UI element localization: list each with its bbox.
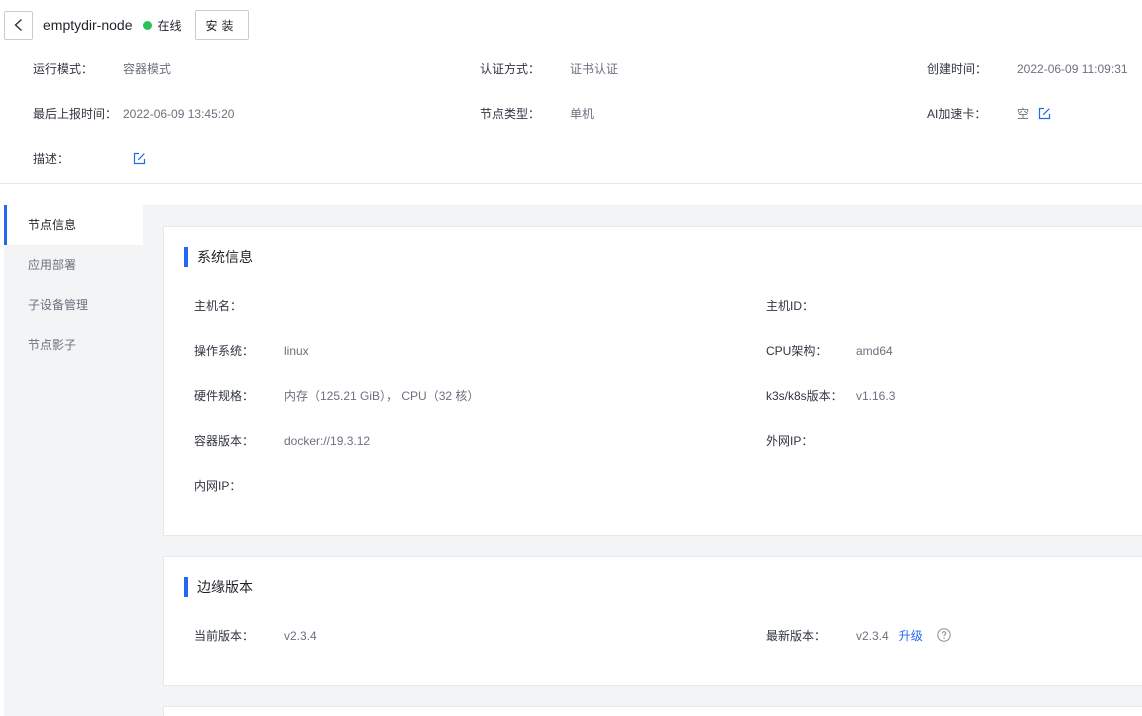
latest-version-value: v2.3.4 <box>856 629 889 644</box>
ai-card-value: 空 <box>1017 107 1030 121</box>
field-hostname: 主机名： <box>194 298 594 314</box>
field-host-id: 主机ID： <box>766 298 1066 314</box>
run-mode-label: 运行模式： <box>33 62 94 76</box>
info-last-report: 最后上报时间： 2022-06-09 13:45:20 <box>33 106 273 122</box>
latest-version-label: 最新版本： <box>766 629 827 643</box>
edit-icon[interactable] <box>133 152 146 169</box>
info-run-mode: 运行模式： 容器模式 <box>33 61 233 77</box>
field-current-version: 当前版本： v2.3.4 <box>194 628 594 644</box>
os-label: 操作系统： <box>194 344 255 358</box>
node-name: emptydir-node <box>43 17 133 33</box>
last-report-label: 最后上报时间： <box>33 107 118 121</box>
field-os: 操作系统： linux <box>194 343 594 359</box>
latest-version-group: v2.3.4 升级 <box>856 628 951 646</box>
container-version-label: 容器版本： <box>194 434 255 448</box>
description-label: 描述： <box>33 152 70 166</box>
hardware-value: 内存（125.21 GiB）， CPU（32 核） <box>284 389 480 403</box>
host-id-label: 主机ID： <box>766 299 815 313</box>
node-type-label: 节点类型： <box>480 107 541 121</box>
sidebar: 节点信息 应用部署 子设备管理 节点影子 <box>4 205 143 716</box>
info-created: 创建时间： 2022-06-09 11:09:31 <box>927 61 1139 77</box>
info-ai-card: AI加速卡： 空 <box>927 106 1127 122</box>
status-text: 在线 <box>157 18 182 33</box>
system-info-title: 系统信息 <box>184 247 253 267</box>
system-info-card: 系统信息 主机名： 主机ID： 操作系统： linux CPU架构： amd64… <box>163 226 1142 536</box>
hardware-label: 硬件规格： <box>194 389 255 403</box>
k8s-version-label: k3s/k8s版本： <box>766 389 843 403</box>
field-container-version: 容器版本： docker://19.3.12 <box>194 433 594 449</box>
info-node-type: 节点类型： 单机 <box>480 106 680 122</box>
field-hardware: 硬件规格： 内存（125.21 GiB）， CPU（32 核） <box>194 388 594 404</box>
page: emptydir-node 在线 安装 运行模式： 容器模式 认证方式： 证书认… <box>0 0 1142 716</box>
os-value: linux <box>284 344 309 358</box>
cpu-arch-value: amd64 <box>856 344 893 358</box>
node-header: emptydir-node 在线 安装 运行模式： 容器模式 认证方式： 证书认… <box>0 0 1142 184</box>
help-icon[interactable] <box>937 628 951 646</box>
status-badge: 在线 <box>142 17 182 34</box>
k8s-version-value: v1.16.3 <box>856 389 896 403</box>
field-cpu-arch: CPU架构： amd64 <box>766 343 1066 359</box>
auth-value: 证书认证 <box>570 62 619 76</box>
sidebar-item-sub-devices[interactable]: 子设备管理 <box>4 285 143 325</box>
current-version-label: 当前版本： <box>194 629 255 643</box>
sidebar-item-app-deploy[interactable]: 应用部署 <box>4 245 143 285</box>
run-mode-value: 容器模式 <box>123 62 172 76</box>
ai-card-label: AI加速卡： <box>927 107 987 121</box>
field-latest-version: 最新版本： v2.3.4 升级 <box>766 628 1066 644</box>
node-type-value: 单机 <box>570 107 595 121</box>
public-ip-label: 外网IP： <box>766 434 814 448</box>
upgrade-link[interactable]: 升级 <box>899 629 923 643</box>
last-report-value: 2022-06-09 13:45:20 <box>123 107 235 121</box>
install-button[interactable]: 安装 <box>194 10 249 40</box>
field-public-ip: 外网IP： <box>766 433 1066 449</box>
next-card <box>163 706 1142 716</box>
edge-version-title: 边缘版本 <box>184 577 253 597</box>
hostname-label: 主机名： <box>194 299 243 313</box>
sidebar-item-node-info[interactable]: 节点信息 <box>4 205 143 245</box>
status-dot-icon <box>142 20 152 30</box>
edit-icon[interactable] <box>1038 107 1051 124</box>
top-bar: emptydir-node 在线 安装 <box>4 10 249 40</box>
sidebar-item-node-shadow[interactable]: 节点影子 <box>4 325 143 365</box>
private-ip-label: 内网IP： <box>194 479 242 493</box>
edge-version-card: 边缘版本 当前版本： v2.3.4 最新版本： v2.3.4 升级 <box>163 556 1142 686</box>
back-button[interactable] <box>4 10 33 40</box>
created-value: 2022-06-09 11:09:31 <box>1017 62 1128 76</box>
field-k8s-version: k3s/k8s版本： v1.16.3 <box>766 388 1066 404</box>
current-version-value: v2.3.4 <box>284 629 317 643</box>
chevron-left-icon <box>13 18 22 32</box>
auth-label: 认证方式： <box>480 62 541 76</box>
container-version-value: docker://19.3.12 <box>284 434 371 448</box>
field-private-ip: 内网IP： <box>194 478 594 494</box>
info-description: 描述： <box>33 151 233 167</box>
created-label: 创建时间： <box>927 62 988 76</box>
cpu-arch-label: CPU架构： <box>766 344 828 358</box>
info-auth: 认证方式： 证书认证 <box>480 61 680 77</box>
